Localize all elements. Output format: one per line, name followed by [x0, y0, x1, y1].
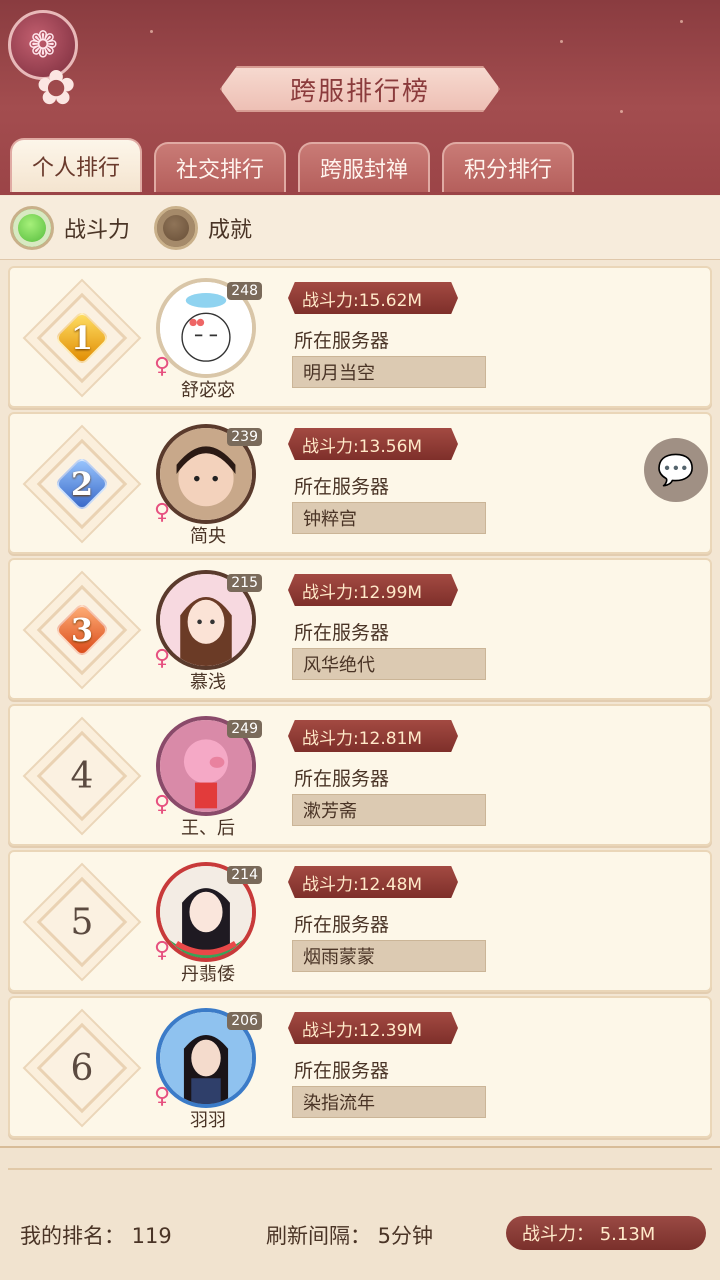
- power-tag: 战斗力:15.62M: [288, 282, 458, 314]
- tab-bar: 个人排行 社交排行 跨服封禅 积分排行: [10, 138, 574, 192]
- ranking-row[interactable]: 6 206 ♀ 羽羽 战斗力:12.39M 所在服务器 染指流年: [8, 996, 712, 1138]
- player-name: 慕浅: [190, 672, 226, 693]
- ranking-row[interactable]: 4 249 ♀ 王、后 战斗力:12.81M 所在服务器 漱芳斋: [8, 704, 712, 846]
- blossom-icon: ✿: [36, 60, 77, 116]
- player-name: 舒宓宓: [181, 380, 235, 401]
- ranking-row[interactable]: 3 215 ♀ 慕浅 战斗力:12.99M 所在服务器 风华绝代: [8, 558, 712, 700]
- rank-number: 1: [70, 319, 94, 357]
- power-tag: 战斗力:12.99M: [288, 574, 458, 606]
- avatar[interactable]: 215 ♀ 慕浅: [150, 570, 266, 693]
- my-power-tag: 战斗力： 5.13M: [506, 1216, 706, 1250]
- server-label: 所在服务器: [294, 330, 390, 352]
- rank-number: 6: [70, 1047, 94, 1089]
- server-name: 烟雨蒙蒙: [292, 940, 486, 972]
- tab-social[interactable]: 社交排行: [154, 142, 286, 192]
- power-radio[interactable]: [10, 205, 54, 250]
- level-tag: 248: [227, 282, 262, 300]
- rank-badge: 5: [36, 876, 128, 968]
- footer-bar: 我的排名： 119 刷新间隔： 5分钟 战斗力： 5.13M: [0, 1146, 720, 1280]
- server-name: 明月当空: [292, 356, 486, 388]
- rank-number: 2: [70, 465, 94, 503]
- power-tag: 战斗力:12.39M: [288, 1012, 458, 1044]
- rank-number: 5: [70, 901, 94, 943]
- power-filter-label[interactable]: 战斗力: [64, 212, 130, 244]
- server-label: 所在服务器: [294, 622, 390, 644]
- avatar[interactable]: 206 ♀ 羽羽: [150, 1008, 266, 1131]
- rank-number: 3: [70, 611, 94, 649]
- page-title: 跨服排行榜: [220, 66, 500, 112]
- power-tag: 战斗力:12.48M: [288, 866, 458, 898]
- rank-badge: 2: [36, 438, 128, 530]
- tab-cross-server[interactable]: 跨服封禅: [298, 142, 430, 192]
- avatar[interactable]: 249 ♀ 王、后: [150, 716, 266, 839]
- female-icon: ♀: [154, 1084, 171, 1109]
- female-icon: ♀: [154, 792, 171, 817]
- female-icon: ♀: [154, 646, 171, 671]
- server-name: 漱芳斋: [292, 794, 486, 826]
- level-tag: 239: [227, 428, 262, 446]
- level-tag: 206: [227, 1012, 262, 1030]
- server-label: 所在服务器: [294, 1060, 390, 1082]
- ranking-row[interactable]: 5 214 ♀ 丹翡倭 战斗力:12.48M 所在服务器 烟雨蒙蒙: [8, 850, 712, 992]
- power-tag: 战斗力:13.56M: [288, 428, 458, 460]
- avatar[interactable]: 239 ♀ 简央: [150, 424, 266, 547]
- female-icon: ♀: [154, 938, 171, 963]
- avatar[interactable]: 214 ♀ 丹翡倭: [150, 862, 266, 985]
- tab-personal[interactable]: 个人排行: [10, 138, 142, 192]
- my-rank: 我的排名： 119: [20, 1224, 172, 1248]
- server-name: 钟粹宫: [292, 502, 486, 534]
- female-icon: ♀: [154, 354, 171, 379]
- chat-bubble-icon[interactable]: 💬: [644, 438, 708, 502]
- level-tag: 215: [227, 574, 262, 592]
- rank-number: 4: [70, 755, 94, 797]
- filter-bar: 战斗力 成就: [0, 196, 720, 260]
- level-tag: 249: [227, 720, 262, 738]
- player-name: 王、后: [181, 818, 235, 839]
- female-icon: ♀: [154, 500, 171, 525]
- rank-badge: 6: [36, 1022, 128, 1114]
- rank-badge: 4: [36, 730, 128, 822]
- server-name: 染指流年: [292, 1086, 486, 1118]
- server-label: 所在服务器: [294, 768, 390, 790]
- ranking-row[interactable]: 2 239 ♀ 简央 战斗力:13.56M 所在服务器 钟粹宫: [8, 412, 712, 554]
- level-tag: 214: [227, 866, 262, 884]
- avatar[interactable]: 248 ♀ 舒宓宓: [150, 278, 266, 401]
- power-tag: 战斗力:12.81M: [288, 720, 458, 752]
- player-name: 羽羽: [190, 1110, 226, 1131]
- player-name: 丹翡倭: [181, 964, 235, 985]
- rank-badge: 1: [36, 292, 128, 384]
- refresh-interval: 刷新间隔： 5分钟: [266, 1224, 434, 1248]
- server-name: 风华绝代: [292, 648, 486, 680]
- achievement-filter-label[interactable]: 成就: [208, 212, 252, 244]
- ranking-row[interactable]: 1 248 ♀ 舒宓宓 战斗力:15.62M 所在服务器 明月当空: [8, 266, 712, 408]
- ranking-list: 1 248 ♀ 舒宓宓 战斗力:15.62M 所在服务器 明月当空 2 239 …: [8, 266, 712, 1142]
- player-name: 简央: [190, 526, 226, 547]
- rank-badge: 3: [36, 584, 128, 676]
- server-label: 所在服务器: [294, 914, 390, 936]
- tab-points[interactable]: 积分排行: [442, 142, 574, 192]
- achievement-radio[interactable]: [154, 205, 199, 250]
- server-label: 所在服务器: [294, 476, 390, 498]
